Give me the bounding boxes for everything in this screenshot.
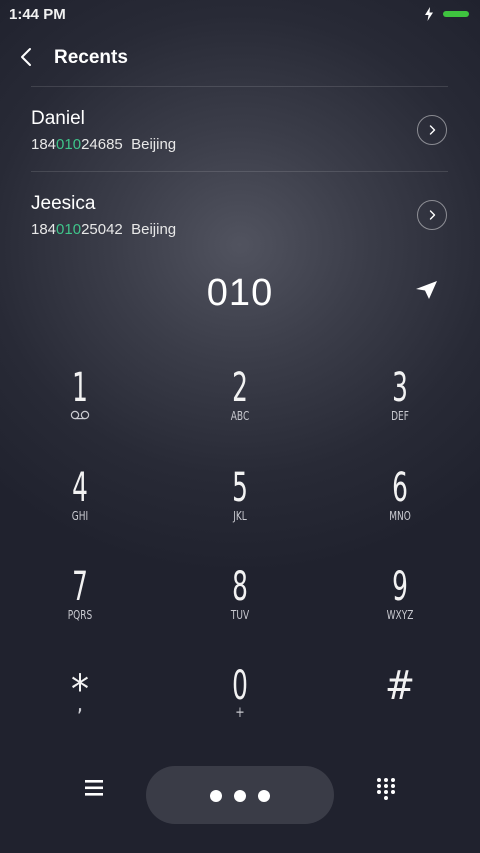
lightning-icon	[425, 7, 433, 21]
key-plus: +	[235, 703, 245, 721]
key-letters: PQRS	[67, 608, 93, 622]
key-digit: 4	[72, 465, 88, 511]
key-letters: WXYZ	[386, 608, 414, 622]
key-3[interactable]: 3 DEF	[335, 360, 465, 450]
dialpad-icon[interactable]	[374, 776, 398, 802]
status-time: 1:44 PM	[9, 6, 66, 23]
page-title: Recents	[54, 47, 128, 68]
back-arrow-icon[interactable]	[14, 44, 40, 70]
status-bar: 1:44 PM	[0, 0, 480, 28]
recent-contact-daniel[interactable]: Daniel 18401024685 Beijing	[0, 87, 480, 171]
key-8[interactable]: 8 TUV	[175, 559, 305, 649]
dot	[210, 790, 222, 802]
key-5[interactable]: 5 JKL	[175, 460, 305, 550]
number-suffix: 25042	[81, 221, 123, 238]
key-letters: DEF	[391, 409, 409, 423]
contact-detail-button[interactable]	[417, 115, 447, 145]
dot	[258, 790, 270, 802]
header: Recents	[0, 38, 480, 78]
key-digit: 2	[232, 365, 248, 411]
key-1[interactable]: 1	[15, 360, 145, 450]
key-letters: MNO	[389, 509, 411, 523]
key-digit: 9	[392, 564, 408, 610]
chevron-right-icon	[429, 210, 436, 220]
key-9[interactable]: 9 WXYZ	[335, 559, 465, 649]
key-letters: ABC	[230, 409, 250, 423]
dot	[234, 790, 246, 802]
contact-number: 18401024685 Beijing	[31, 136, 176, 153]
key-digit: 3	[392, 365, 408, 411]
dialed-number[interactable]: 010	[140, 272, 340, 315]
key-digit: 0	[232, 663, 248, 709]
contact-name: Jeesica	[31, 193, 96, 214]
number-prefix: 184	[31, 136, 57, 153]
key-pause: ,	[77, 696, 83, 715]
key-digit: 5	[232, 465, 248, 511]
key-star[interactable]: * ,	[15, 658, 145, 748]
key-hash[interactable]: #	[335, 658, 465, 748]
more-dots-icon[interactable]	[146, 766, 334, 824]
contact-detail-button[interactable]	[417, 200, 447, 230]
key-digit: 1	[72, 365, 88, 411]
contact-location: Beijing	[131, 221, 177, 238]
key-digit: 8	[232, 564, 248, 610]
number-suffix: 24685	[81, 136, 123, 153]
number-match-highlight: 010	[56, 221, 82, 238]
chevron-right-icon	[429, 125, 436, 135]
recent-contact-jeesica[interactable]: Jeesica 18401025042 Beijing	[0, 172, 480, 256]
key-digit: #	[384, 663, 416, 709]
key-letters: JKL	[233, 509, 247, 523]
key-letters: GHI	[71, 509, 89, 523]
key-digit: 7	[72, 564, 88, 610]
send-arrow-icon[interactable]	[413, 279, 439, 301]
number-prefix: 184	[31, 221, 57, 238]
battery-icon	[443, 11, 469, 17]
number-match-highlight: 010	[56, 136, 82, 153]
voicemail-icon	[70, 410, 90, 420]
key-6[interactable]: 6 MNO	[335, 460, 465, 550]
hamburger-menu-icon[interactable]	[80, 776, 108, 800]
key-7[interactable]: 7 PQRS	[15, 559, 145, 649]
key-letters: TUV	[230, 608, 250, 622]
key-0[interactable]: 0 +	[175, 658, 305, 748]
key-digit: 6	[392, 465, 408, 511]
key-4[interactable]: 4 GHI	[15, 460, 145, 550]
contact-name: Daniel	[31, 108, 85, 129]
contact-location: Beijing	[131, 136, 177, 153]
key-2[interactable]: 2 ABC	[175, 360, 305, 450]
contact-number: 18401025042 Beijing	[31, 221, 176, 238]
